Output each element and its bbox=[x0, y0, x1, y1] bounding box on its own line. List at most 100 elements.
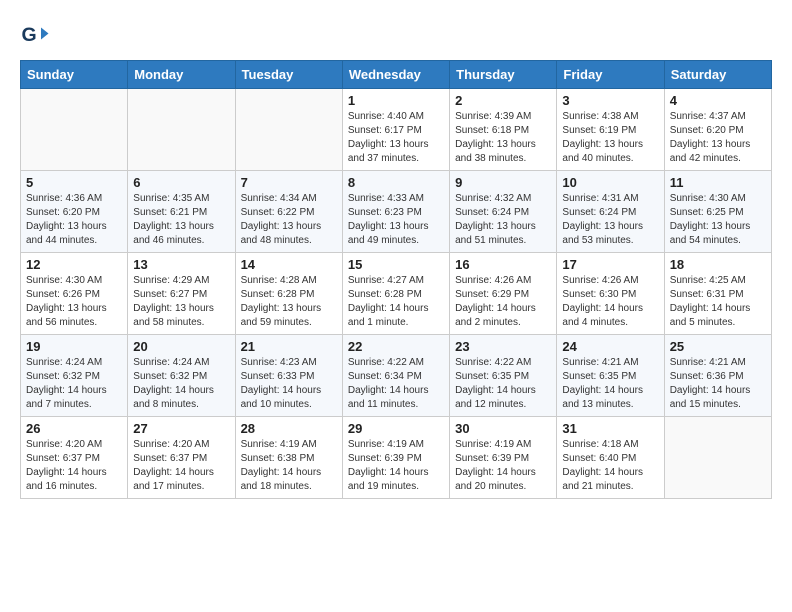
day-number: 18 bbox=[670, 257, 766, 272]
day-cell: 13 Sunrise: 4:29 AM Sunset: 6:27 PM Dayli… bbox=[128, 253, 235, 335]
week-row-5: 26Sunrise: 4:20 AM Sunset: 6:37 PM Dayli… bbox=[21, 417, 772, 499]
weekday-header-thursday: Thursday bbox=[450, 61, 557, 89]
day-number: 7 bbox=[241, 175, 337, 190]
day-cell: 29Sunrise: 4:19 AM Sunset: 6:39 PM Dayli… bbox=[342, 417, 449, 499]
day-info: Sunrise: 4:26 AM Sunset: 6:30 PM Dayligh… bbox=[562, 274, 658, 330]
day-cell: 11 Sunrise: 4:30 AM Sunset: 6:25 PM Dayli… bbox=[664, 171, 771, 253]
day-cell: 12Sunrise: 4:30 AM Sunset: 6:26 PM Dayli… bbox=[21, 253, 128, 335]
day-info: Sunrise: 4:32 AM Sunset: 6:24 PM Dayligh… bbox=[455, 192, 551, 248]
day-cell: 15 Sunrise: 4:27 AM Sunset: 6:28 PM Dayli… bbox=[342, 253, 449, 335]
day-cell: 8 Sunrise: 4:33 AM Sunset: 6:23 PM Daylig… bbox=[342, 171, 449, 253]
day-info: Sunrise: 4:20 AM Sunset: 6:37 PM Dayligh… bbox=[133, 438, 229, 494]
day-number: 2 bbox=[455, 93, 551, 108]
day-cell: 22 Sunrise: 4:22 AM Sunset: 6:34 PM Dayli… bbox=[342, 335, 449, 417]
day-info: Sunrise: 4:19 AM Sunset: 6:38 PM Dayligh… bbox=[241, 438, 337, 494]
week-row-4: 19 Sunrise: 4:24 AM Sunset: 6:32 PM Dayli… bbox=[21, 335, 772, 417]
day-cell bbox=[21, 89, 128, 171]
weekday-header-monday: Monday bbox=[128, 61, 235, 89]
weekday-header-tuesday: Tuesday bbox=[235, 61, 342, 89]
day-info: Sunrise: 4:18 AM Sunset: 6:40 PM Dayligh… bbox=[562, 438, 658, 494]
day-number: 12 bbox=[26, 257, 122, 272]
day-cell: 24 Sunrise: 4:21 AM Sunset: 6:35 PM Dayli… bbox=[557, 335, 664, 417]
day-info: Sunrise: 4:31 AM Sunset: 6:24 PM Dayligh… bbox=[562, 192, 658, 248]
day-cell: 10 Sunrise: 4:31 AM Sunset: 6:24 PM Dayli… bbox=[557, 171, 664, 253]
day-cell: 1 Sunrise: 4:40 AM Sunset: 6:17 PM Daylig… bbox=[342, 89, 449, 171]
day-number: 31 bbox=[562, 421, 658, 436]
day-number: 11 bbox=[670, 175, 766, 190]
week-row-3: 12Sunrise: 4:30 AM Sunset: 6:26 PM Dayli… bbox=[21, 253, 772, 335]
day-number: 22 bbox=[348, 339, 444, 354]
weekday-header-wednesday: Wednesday bbox=[342, 61, 449, 89]
day-cell: 25Sunrise: 4:21 AM Sunset: 6:36 PM Dayli… bbox=[664, 335, 771, 417]
day-cell: 7 Sunrise: 4:34 AM Sunset: 6:22 PM Daylig… bbox=[235, 171, 342, 253]
day-cell: 2 Sunrise: 4:39 AM Sunset: 6:18 PM Daylig… bbox=[450, 89, 557, 171]
weekday-header-row: SundayMondayTuesdayWednesdayThursdayFrid… bbox=[21, 61, 772, 89]
day-number: 24 bbox=[562, 339, 658, 354]
day-info: Sunrise: 4:20 AM Sunset: 6:37 PM Dayligh… bbox=[26, 438, 122, 494]
day-info: Sunrise: 4:21 AM Sunset: 6:35 PM Dayligh… bbox=[562, 356, 658, 412]
day-number: 27 bbox=[133, 421, 229, 436]
day-cell: 27 Sunrise: 4:20 AM Sunset: 6:37 PM Dayli… bbox=[128, 417, 235, 499]
day-info: Sunrise: 4:39 AM Sunset: 6:18 PM Dayligh… bbox=[455, 110, 551, 166]
day-number: 17 bbox=[562, 257, 658, 272]
day-number: 10 bbox=[562, 175, 658, 190]
day-info: Sunrise: 4:22 AM Sunset: 6:35 PM Dayligh… bbox=[455, 356, 551, 412]
week-row-1: 1 Sunrise: 4:40 AM Sunset: 6:17 PM Daylig… bbox=[21, 89, 772, 171]
day-info: Sunrise: 4:24 AM Sunset: 6:32 PM Dayligh… bbox=[26, 356, 122, 412]
day-cell: 3Sunrise: 4:38 AM Sunset: 6:19 PM Daylig… bbox=[557, 89, 664, 171]
day-info: Sunrise: 4:19 AM Sunset: 6:39 PM Dayligh… bbox=[455, 438, 551, 494]
day-info: Sunrise: 4:19 AM Sunset: 6:39 PM Dayligh… bbox=[348, 438, 444, 494]
day-info: Sunrise: 4:25 AM Sunset: 6:31 PM Dayligh… bbox=[670, 274, 766, 330]
day-number: 30 bbox=[455, 421, 551, 436]
day-number: 20 bbox=[133, 339, 229, 354]
day-info: Sunrise: 4:26 AM Sunset: 6:29 PM Dayligh… bbox=[455, 274, 551, 330]
day-info: Sunrise: 4:27 AM Sunset: 6:28 PM Dayligh… bbox=[348, 274, 444, 330]
logo-icon: G bbox=[20, 20, 50, 50]
weekday-header-friday: Friday bbox=[557, 61, 664, 89]
day-info: Sunrise: 4:35 AM Sunset: 6:21 PM Dayligh… bbox=[133, 192, 229, 248]
day-number: 8 bbox=[348, 175, 444, 190]
day-info: Sunrise: 4:30 AM Sunset: 6:25 PM Dayligh… bbox=[670, 192, 766, 248]
day-number: 21 bbox=[241, 339, 337, 354]
day-cell: 5 Sunrise: 4:36 AM Sunset: 6:20 PM Daylig… bbox=[21, 171, 128, 253]
day-info: Sunrise: 4:36 AM Sunset: 6:20 PM Dayligh… bbox=[26, 192, 122, 248]
day-cell: 30 Sunrise: 4:19 AM Sunset: 6:39 PM Dayli… bbox=[450, 417, 557, 499]
weekday-header-saturday: Saturday bbox=[664, 61, 771, 89]
day-number: 14 bbox=[241, 257, 337, 272]
weekday-header-sunday: Sunday bbox=[21, 61, 128, 89]
day-number: 28 bbox=[241, 421, 337, 436]
day-cell: 19 Sunrise: 4:24 AM Sunset: 6:32 PM Dayli… bbox=[21, 335, 128, 417]
day-info: Sunrise: 4:29 AM Sunset: 6:27 PM Dayligh… bbox=[133, 274, 229, 330]
day-cell: 9 Sunrise: 4:32 AM Sunset: 6:24 PM Daylig… bbox=[450, 171, 557, 253]
day-cell bbox=[235, 89, 342, 171]
day-info: Sunrise: 4:37 AM Sunset: 6:20 PM Dayligh… bbox=[670, 110, 766, 166]
week-row-2: 5 Sunrise: 4:36 AM Sunset: 6:20 PM Daylig… bbox=[21, 171, 772, 253]
day-number: 3 bbox=[562, 93, 658, 108]
calendar-body: 1 Sunrise: 4:40 AM Sunset: 6:17 PM Daylig… bbox=[21, 89, 772, 499]
logo: G bbox=[20, 20, 54, 50]
day-number: 1 bbox=[348, 93, 444, 108]
day-number: 13 bbox=[133, 257, 229, 272]
day-info: Sunrise: 4:22 AM Sunset: 6:34 PM Dayligh… bbox=[348, 356, 444, 412]
day-cell: 16Sunrise: 4:26 AM Sunset: 6:29 PM Dayli… bbox=[450, 253, 557, 335]
day-info: Sunrise: 4:40 AM Sunset: 6:17 PM Dayligh… bbox=[348, 110, 444, 166]
day-info: Sunrise: 4:34 AM Sunset: 6:22 PM Dayligh… bbox=[241, 192, 337, 248]
day-number: 4 bbox=[670, 93, 766, 108]
day-cell bbox=[128, 89, 235, 171]
calendar-header: G bbox=[20, 20, 772, 50]
day-number: 9 bbox=[455, 175, 551, 190]
day-cell: 20 Sunrise: 4:24 AM Sunset: 6:32 PM Dayli… bbox=[128, 335, 235, 417]
day-cell: 21Sunrise: 4:23 AM Sunset: 6:33 PM Dayli… bbox=[235, 335, 342, 417]
day-cell: 26Sunrise: 4:20 AM Sunset: 6:37 PM Dayli… bbox=[21, 417, 128, 499]
day-number: 19 bbox=[26, 339, 122, 354]
day-cell: 6 Sunrise: 4:35 AM Sunset: 6:21 PM Daylig… bbox=[128, 171, 235, 253]
day-number: 6 bbox=[133, 175, 229, 190]
day-number: 15 bbox=[348, 257, 444, 272]
day-info: Sunrise: 4:21 AM Sunset: 6:36 PM Dayligh… bbox=[670, 356, 766, 412]
day-number: 5 bbox=[26, 175, 122, 190]
day-info: Sunrise: 4:24 AM Sunset: 6:32 PM Dayligh… bbox=[133, 356, 229, 412]
day-info: Sunrise: 4:33 AM Sunset: 6:23 PM Dayligh… bbox=[348, 192, 444, 248]
svg-text:G: G bbox=[22, 24, 37, 46]
day-cell: 31 Sunrise: 4:18 AM Sunset: 6:40 PM Dayli… bbox=[557, 417, 664, 499]
day-cell: 28 Sunrise: 4:19 AM Sunset: 6:38 PM Dayli… bbox=[235, 417, 342, 499]
